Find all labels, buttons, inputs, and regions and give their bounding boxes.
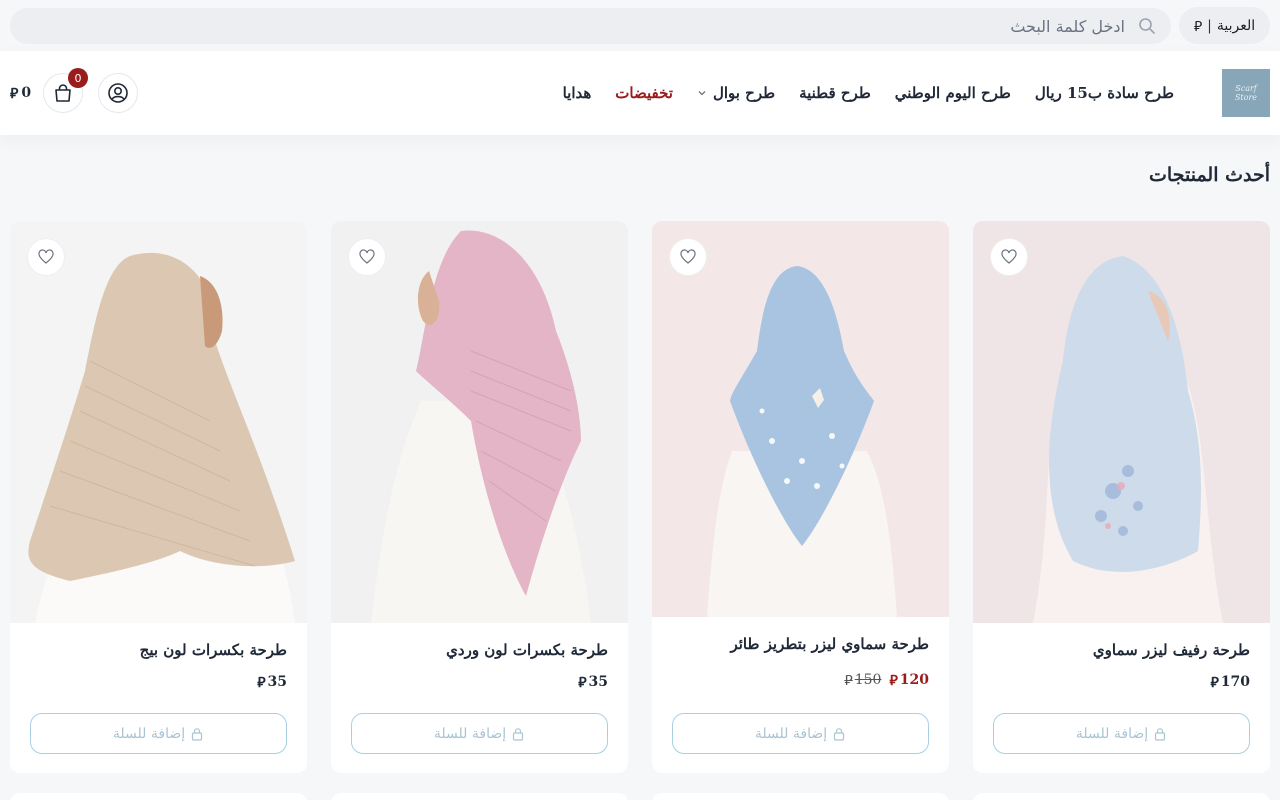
product-card[interactable]: طرحة سماوي ليزر بتطريز طائر 120 ⃁ 150 ⃁ … [652,221,949,773]
currency-symbol: ⃁ [10,86,19,102]
cart-total-value: 0 [21,85,32,101]
user-icon [108,83,128,103]
currency-symbol: ⃁ [257,675,266,691]
main-nav: طرح سادة ب15 ريال طرح اليوم الوطني طرح ق… [551,51,1186,135]
add-to-cart-label: إضافة للسلة [112,725,186,742]
add-to-cart-label: إضافة للسلة [754,725,828,742]
wishlist-button[interactable] [990,238,1028,276]
product-image[interactable] [331,221,628,623]
heart-icon [1001,249,1017,264]
add-to-cart-label: إضافة للسلة [1075,725,1149,742]
main-header: Scarf Store طرح سادة ب15 ريال طرح اليوم … [0,51,1280,135]
product-price: 120 ⃁ 150 ⃁ [844,671,929,689]
product-name[interactable]: طرحة رفيف ليزر سماوي [1093,641,1250,659]
chevron-down-icon [698,91,706,96]
account-button[interactable] [98,73,138,113]
nav-item-gifts[interactable]: هدايا [551,84,604,102]
currency-symbol: ⃁ [578,675,587,691]
old-price: 150 ⃁ [844,671,881,689]
nav-item-cotton[interactable]: طرح قطنية [787,84,883,102]
current-price: 35 ⃁ [578,673,608,691]
nav-item-voile[interactable]: طرح بوال [685,84,787,102]
product-card-peek [973,793,1270,800]
currency-symbol: ⃁ [1193,18,1203,35]
price-value: 35 [588,674,608,690]
lock-icon [192,727,203,741]
add-to-cart-button[interactable]: إضافة للسلة [672,713,929,754]
lock-icon [834,727,845,741]
section-title: أحدث المنتجات [1149,164,1270,186]
currency-symbol: ⃁ [1210,675,1219,691]
wishlist-button[interactable] [348,238,386,276]
cart-total: 0 ⃁ [10,84,31,102]
heart-icon [359,249,375,264]
top-bar: العربية | ⃁ [0,0,1280,51]
wishlist-button[interactable] [669,238,707,276]
currency-symbol: ⃁ [889,673,898,689]
product-name[interactable]: طرحة سماوي ليزر بتطريز طائر [730,635,929,653]
product-price: 170 ⃁ [1210,673,1250,691]
product-price: 35 ⃁ [578,673,608,691]
product-image[interactable] [10,221,307,623]
product-card[interactable]: طرحة بكسرات لون بيج 35 ⃁ إضافة للسلة [10,221,307,773]
search-icon[interactable] [1137,16,1157,36]
nav-item-voile-label: طرح بوال [712,84,776,102]
old-price-value: 150 [854,672,882,688]
product-grid: طرحة رفيف ليزر سماوي 170 ⃁ إضافة للسلة ط… [10,221,1270,773]
product-card-peek [10,793,307,800]
store-logo[interactable]: Scarf Store [1222,69,1270,117]
nav-item-sale[interactable]: تخفيضات [603,84,685,102]
nav-item-national-day[interactable]: طرح اليوم الوطني [883,84,1023,102]
language-label: العربية [1216,17,1256,34]
add-to-cart-button[interactable]: إضافة للسلة [993,713,1250,754]
add-to-cart-label: إضافة للسلة [433,725,507,742]
heart-icon [38,249,54,264]
logo-text-line1: Scarf [1235,84,1257,93]
logo-text-line2: Store [1234,93,1258,102]
heart-icon [680,249,696,264]
search-bar[interactable] [10,8,1171,44]
wishlist-button[interactable] [27,238,65,276]
divider: | [1207,17,1212,34]
search-input[interactable] [75,8,1125,44]
cart-button[interactable]: 0 [43,68,88,113]
current-price: 35 ⃁ [257,673,287,691]
product-image[interactable] [973,221,1270,623]
product-card-peek [331,793,628,800]
sale-price: 120 ⃁ [889,671,929,689]
cart-count-badge: 0 [68,68,88,88]
product-card[interactable]: طرحة رفيف ليزر سماوي 170 ⃁ إضافة للسلة [973,221,1270,773]
language-currency-switcher[interactable]: العربية | ⃁ [1179,7,1270,44]
product-price: 35 ⃁ [257,673,287,691]
nav-item-plain-15[interactable]: طرح سادة ب15 ريال [1023,84,1186,102]
product-image[interactable] [652,221,949,617]
product-name[interactable]: طرحة بكسرات لون وردي [446,641,608,659]
lock-icon [513,727,524,741]
current-price: 170 ⃁ [1210,673,1250,691]
add-to-cart-button[interactable]: إضافة للسلة [30,713,287,754]
product-card[interactable]: طرحة بكسرات لون وردي 35 ⃁ إضافة للسلة [331,221,628,773]
price-value: 120 [899,672,929,688]
price-value: 170 [1220,674,1250,690]
add-to-cart-button[interactable]: إضافة للسلة [351,713,608,754]
product-name[interactable]: طرحة بكسرات لون بيج [140,641,287,659]
price-value: 35 [267,674,287,690]
product-card-peek [652,793,949,800]
currency-symbol: ⃁ [844,673,853,689]
lock-icon [1155,727,1166,741]
